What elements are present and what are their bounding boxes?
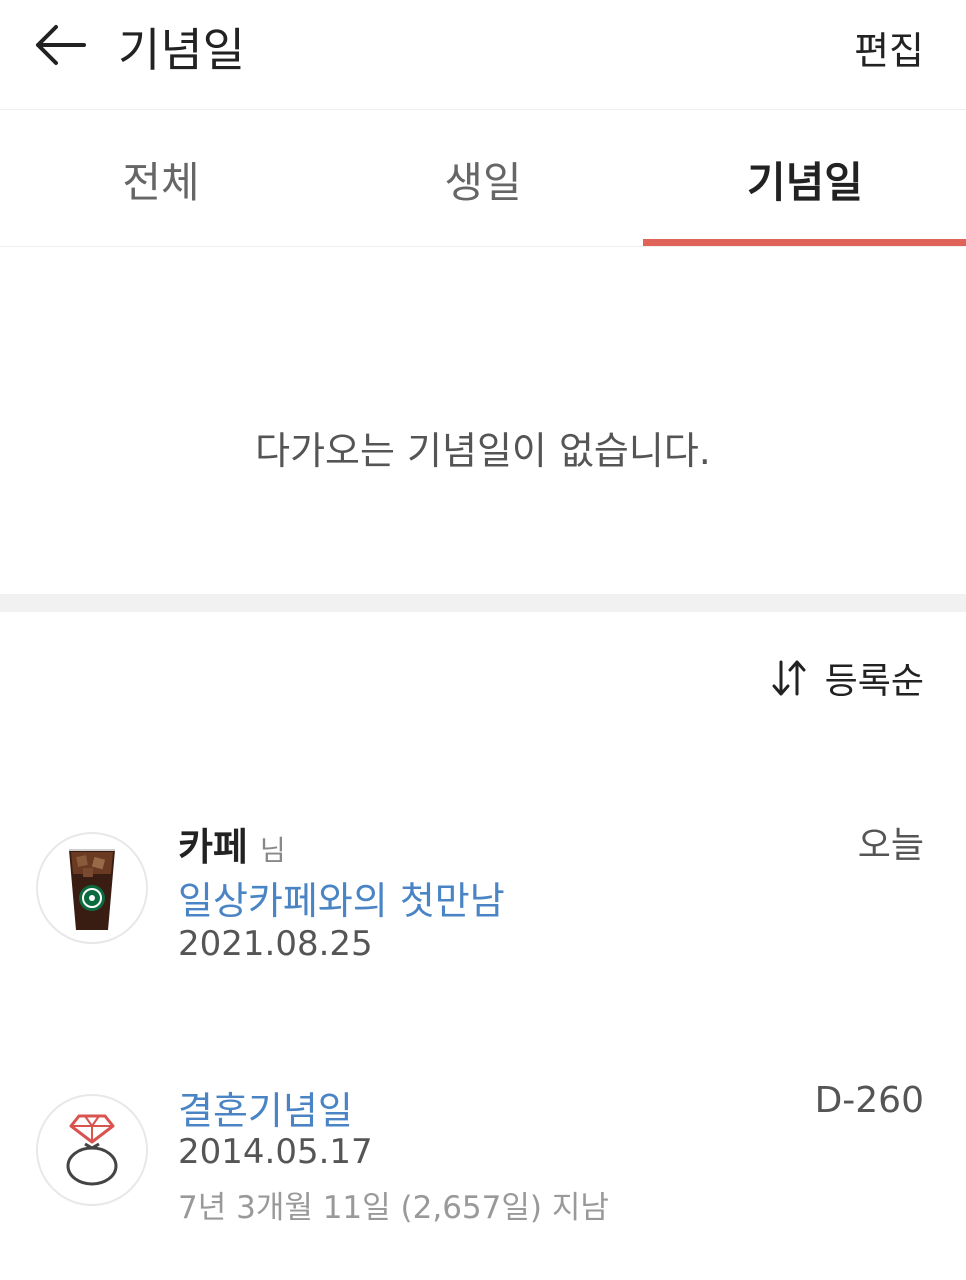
- tab-anniversary[interactable]: 기념일: [644, 111, 966, 247]
- sort-label: 등록순: [824, 661, 924, 702]
- item-name-row: 카페 님: [178, 816, 286, 871]
- ring-icon: [36, 1094, 148, 1206]
- tab-all[interactable]: 전체: [0, 111, 322, 247]
- item-elapsed: 7년 3개월 11일 (2,657일) 지남: [178, 1190, 609, 1226]
- tab-birthday[interactable]: 생일: [322, 111, 644, 247]
- item-owner-name: 카페: [178, 825, 248, 869]
- section-divider: [0, 594, 966, 612]
- empty-upcoming-message: 다가오는 기념일이 없습니다.: [255, 429, 711, 473]
- edit-button[interactable]: 편집: [854, 20, 924, 75]
- tab-bar: 전체 생일 기념일: [0, 111, 966, 247]
- back-arrow-icon[interactable]: [32, 22, 88, 68]
- app-header: 기념일 편집: [0, 0, 966, 110]
- item-date: 2014.05.17: [178, 1132, 373, 1172]
- item-title: 일상카페와의 첫만남: [178, 879, 505, 923]
- page-title: 기념일: [118, 23, 245, 77]
- item-owner-suffix: 님: [259, 834, 286, 867]
- sort-arrows-icon: [772, 660, 806, 696]
- item-dday: D-260: [814, 1080, 924, 1121]
- anniversary-item[interactable]: 결혼기념일 2014.05.17 7년 3개월 11일 (2,657일) 지남 …: [0, 1074, 966, 1244]
- item-date: 2021.08.25: [178, 924, 373, 964]
- item-dday: 오늘: [857, 825, 924, 866]
- anniversary-item[interactable]: 카페 님 일상카페와의 첫만남 2021.08.25 오늘: [0, 806, 966, 976]
- iced-coffee-icon: [36, 832, 148, 944]
- item-title: 결혼기념일: [178, 1089, 353, 1133]
- sort-button[interactable]: 등록순: [771, 654, 924, 702]
- active-tab-indicator: [643, 239, 966, 246]
